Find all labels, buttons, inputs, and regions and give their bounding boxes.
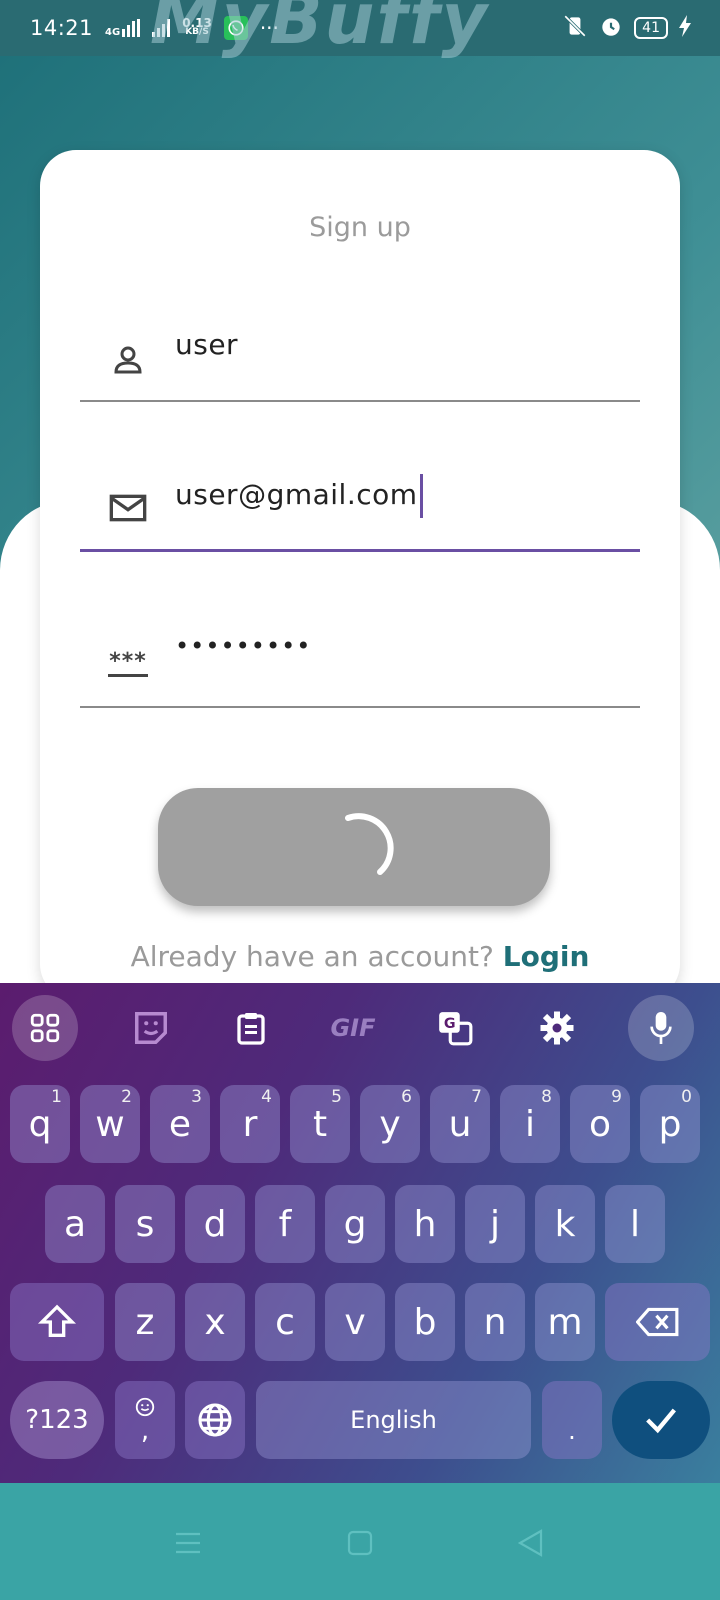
key-l[interactable]: l: [605, 1185, 665, 1263]
vibrate-off-icon: [562, 13, 588, 44]
key-b[interactable]: b: [395, 1283, 455, 1361]
password-field[interactable]: *** •••••••••: [80, 628, 640, 708]
key-r[interactable]: r4: [220, 1085, 280, 1163]
key-i[interactable]: i8: [500, 1085, 560, 1163]
key-n[interactable]: n: [465, 1283, 525, 1361]
translate-icon[interactable]: G: [422, 995, 488, 1061]
signal-icon: [152, 19, 171, 37]
status-bar: MyBuffy 14:21 4G 0.13 KB/S ··· 41: [0, 0, 720, 60]
checkmark-icon: [646, 1408, 676, 1434]
menu-lines-icon: [176, 1532, 200, 1554]
emoji-comma-key[interactable]: ,: [115, 1381, 175, 1459]
key-c[interactable]: c: [255, 1283, 315, 1361]
recent-apps-button[interactable]: [168, 1523, 208, 1563]
alarm-icon: [598, 13, 624, 44]
email-input[interactable]: user@gmail.com: [175, 474, 423, 518]
key-g[interactable]: g: [325, 1185, 385, 1263]
key-t[interactable]: t5: [290, 1085, 350, 1163]
back-triangle-icon: [517, 1529, 543, 1557]
username-field[interactable]: user: [80, 322, 640, 402]
status-left: 14:21 4G 0.13 KB/S ···: [30, 16, 279, 40]
key-d[interactable]: d: [185, 1185, 245, 1263]
email-field[interactable]: user@gmail.com: [80, 472, 640, 552]
loading-spinner-icon: [345, 813, 394, 875]
status-time: 14:21: [30, 16, 94, 40]
key-s[interactable]: s: [115, 1185, 175, 1263]
key-e[interactable]: e3: [150, 1085, 210, 1163]
emoji-icon: [135, 1397, 155, 1417]
enter-button[interactable]: [612, 1381, 710, 1459]
key-o[interactable]: o9: [570, 1085, 630, 1163]
system-nav-bar: [0, 1483, 720, 1600]
globe-icon: [198, 1403, 232, 1437]
soft-keyboard: GIF G q1 w2 e3 r4 t5 y6 u7 i8 o9 p0 a s …: [0, 983, 720, 1483]
shift-key[interactable]: [10, 1283, 104, 1361]
svg-text:G: G: [444, 1016, 456, 1032]
signup-card: Sign up user user@gmail.com *** ••••••••…: [40, 150, 680, 1000]
space-bar[interactable]: English: [256, 1381, 531, 1459]
password-input[interactable]: •••••••••: [175, 632, 311, 660]
network-speed: 0.13 KB/S: [182, 16, 212, 37]
key-z[interactable]: z: [115, 1283, 175, 1361]
login-link[interactable]: Login: [503, 940, 590, 973]
key-q[interactable]: q1: [10, 1085, 70, 1163]
key-y[interactable]: y6: [360, 1085, 420, 1163]
backspace-icon: [635, 1307, 678, 1337]
language-globe-key[interactable]: [185, 1381, 245, 1459]
more-notifications-icon: ···: [259, 16, 279, 40]
username-input[interactable]: user: [175, 328, 238, 361]
key-v[interactable]: v: [325, 1283, 385, 1361]
charging-icon: [678, 14, 692, 42]
signup-button[interactable]: [158, 788, 550, 906]
symbols-key[interactable]: ?123: [10, 1381, 104, 1459]
key-x[interactable]: x: [185, 1283, 245, 1361]
key-a[interactable]: a: [45, 1185, 105, 1263]
key-w[interactable]: w2: [80, 1085, 140, 1163]
network-4g-icon: 4G: [105, 19, 141, 38]
key-f[interactable]: f: [255, 1185, 315, 1263]
back-button[interactable]: [510, 1523, 550, 1563]
microphone-button[interactable]: [628, 995, 694, 1061]
key-j[interactable]: j: [465, 1185, 525, 1263]
key-m[interactable]: m: [535, 1283, 595, 1361]
login-prompt: Already have an account? Login: [130, 940, 590, 973]
keyboard-toolbar: GIF G: [0, 983, 720, 1067]
key-u[interactable]: u7: [430, 1085, 490, 1163]
email-value: user@gmail.com: [175, 478, 418, 511]
status-right: 41: [562, 13, 692, 44]
key-k[interactable]: k: [535, 1185, 595, 1263]
apps-grid-button[interactable]: [12, 995, 78, 1061]
home-button[interactable]: [340, 1523, 380, 1563]
page-title: Sign up: [309, 212, 411, 243]
gif-button[interactable]: GIF: [320, 995, 386, 1061]
square-home-icon: [347, 1530, 373, 1556]
settings-gear-icon[interactable]: [524, 995, 590, 1061]
password-icon: ***: [106, 644, 150, 684]
battery-indicator: 41: [634, 17, 668, 39]
clipboard-icon[interactable]: [218, 995, 284, 1061]
mail-icon: [106, 488, 150, 528]
person-icon: [106, 340, 150, 380]
shift-arrow-icon: [37, 1304, 77, 1337]
key-p[interactable]: p0: [640, 1085, 700, 1163]
backspace-key[interactable]: [605, 1283, 710, 1361]
text-cursor: [419, 474, 423, 518]
sticker-icon[interactable]: [118, 995, 184, 1061]
whatsapp-icon: [223, 16, 248, 40]
key-h[interactable]: h: [395, 1185, 455, 1263]
period-key[interactable]: .: [542, 1381, 602, 1459]
